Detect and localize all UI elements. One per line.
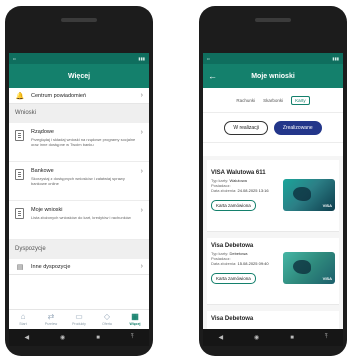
home-icon: ⌂ xyxy=(20,312,26,321)
nav-label: Produkty xyxy=(72,322,86,326)
status-bar: •• ▮▮▮ xyxy=(9,53,149,64)
page-title: Moje wnioski xyxy=(251,72,295,80)
app-bar: ← Moje wnioski xyxy=(203,64,343,88)
card-ordered-button[interactable]: Karta zamówiona xyxy=(211,272,256,284)
card-ordered-button[interactable]: Karta zamówiona xyxy=(211,199,256,211)
card-image: VISA xyxy=(283,252,335,284)
home-circle-icon[interactable]: ◉ xyxy=(254,334,259,341)
nav-label: Więcej xyxy=(129,322,141,326)
transfer-icon: ⇄ xyxy=(47,312,55,321)
nav-wiecej[interactable]: ▦ Więcej xyxy=(124,312,146,326)
back-arrow-icon[interactable]: ← xyxy=(208,70,217,82)
list-item[interactable]: Visa Debetowa Typ karty: Debetowa Posiad… xyxy=(207,238,339,305)
screen-more: •• ▮▮▮ Więcej 🔔 Centrum powiadomień › Wni… xyxy=(9,53,149,346)
chevron-right-icon: › xyxy=(140,129,143,136)
status-segment: W realizacji Zrealizowane xyxy=(203,113,343,143)
chevron-right-icon: › xyxy=(140,92,143,99)
recents-icon[interactable]: ■ xyxy=(290,335,294,341)
bird-illustration xyxy=(293,260,311,274)
system-nav-bar: ◀ ◉ ■ ⤒ xyxy=(9,329,149,346)
visa-logo: VISA xyxy=(322,203,332,208)
back-icon[interactable]: ◀ xyxy=(24,334,29,341)
card-image: VISA xyxy=(283,179,335,211)
chevron-right-icon: › xyxy=(140,263,143,270)
menu-item-title: Moje wnioski xyxy=(31,207,63,213)
wallet-icon: ▭ xyxy=(75,312,83,321)
nav-produkty[interactable]: ▭ Produkty xyxy=(68,312,90,326)
menu-item-desc: Przeglądaj i składaj wnioski na rządowe … xyxy=(31,137,136,147)
phone-left: •• ▮▮▮ Więcej 🔔 Centrum powiadomień › Wni… xyxy=(5,6,153,356)
app-bar: Więcej xyxy=(9,64,149,88)
page-title: Więcej xyxy=(67,72,91,80)
tab-karty[interactable]: Karty xyxy=(291,95,310,105)
nav-przelew[interactable]: ⇄ Przelew xyxy=(40,312,62,326)
speaker xyxy=(255,18,291,22)
seg-completed[interactable]: Zrealizowane xyxy=(273,121,322,135)
document-icon xyxy=(15,169,24,180)
grid-icon: ▦ xyxy=(131,312,139,321)
bird-illustration xyxy=(293,187,311,201)
applications-list: VISA Walutowa 611 Typ karty: Walutowa Po… xyxy=(203,156,343,331)
list-item[interactable]: VISA Walutowa 611 Typ karty: Walutowa Po… xyxy=(207,165,339,232)
screen-my-applications: •• ▮▮▮ ← Moje wnioski Rachunki Skarbonki … xyxy=(203,53,343,346)
nav-start[interactable]: ⌂ Start xyxy=(12,312,34,326)
visa-logo: VISA xyxy=(322,276,332,281)
section-wnioski: Wnioski xyxy=(9,104,149,123)
nav-label: Oferta xyxy=(102,322,112,326)
card-name: Visa Debetowa xyxy=(211,243,254,249)
list-item[interactable]: Visa Debetowa xyxy=(207,311,339,331)
recents-icon[interactable]: ■ xyxy=(96,335,100,341)
pin-icon[interactable]: ⤒ xyxy=(131,334,134,341)
inne-dyspozycje-label: Inne dyspozycje xyxy=(31,263,71,270)
notification-center-label: Centrum powiadomień xyxy=(31,92,87,99)
nav-label: Start xyxy=(19,322,27,326)
nav-label: Przelew xyxy=(44,322,58,326)
bell-icon: 🔔 xyxy=(15,92,25,100)
notification-center-row[interactable]: 🔔 Centrum powiadomień › xyxy=(9,88,149,104)
tag-icon: ◇ xyxy=(103,312,111,321)
chevron-right-icon: › xyxy=(140,168,143,175)
section-dyspozycje: Dyspozycje xyxy=(9,240,149,259)
product-tabs: Rachunki Skarbonki Karty xyxy=(203,88,343,113)
phone-right: •• ▮▮▮ ← Moje wnioski Rachunki Skarbonki … xyxy=(199,6,347,356)
document-icon: ▤ xyxy=(16,263,24,271)
menu-item-bankowe[interactable]: Bankowe Skorzystaj z dostępnych wniosków… xyxy=(9,162,149,201)
tab-skarbonki[interactable]: Skarbonki xyxy=(263,98,283,103)
nav-oferta[interactable]: ◇ Oferta xyxy=(96,312,118,326)
tab-rachunki[interactable]: Rachunki xyxy=(236,98,255,103)
bottom-nav: ⌂ Start ⇄ Przelew ▭ Produkty ◇ Oferta ▦ … xyxy=(9,309,149,329)
system-nav-bar: ◀ ◉ ■ ⤒ xyxy=(203,329,343,346)
menu-item-desc: Lista złożonych wniosków do kart, kredyt… xyxy=(31,215,131,220)
seg-in-progress[interactable]: W realizacji xyxy=(224,121,268,135)
pin-icon[interactable]: ⤒ xyxy=(325,334,328,341)
home-circle-icon[interactable]: ◉ xyxy=(60,334,65,341)
card-name: Visa Debetowa xyxy=(211,316,254,322)
menu-item-title: Rządowe xyxy=(31,129,54,135)
menu-item-rzadowe[interactable]: Rządowe Przeglądaj i składaj wnioski na … xyxy=(9,123,149,162)
menu-item-title: Bankowe xyxy=(31,168,54,174)
speaker xyxy=(61,18,97,22)
menu-item-moje-wnioski[interactable]: Moje wnioski Lista złożonych wniosków do… xyxy=(9,201,149,240)
status-bar: •• ▮▮▮ xyxy=(203,53,343,64)
card-name: VISA Walutowa 611 xyxy=(211,170,266,176)
document-icon xyxy=(15,208,24,219)
back-icon[interactable]: ◀ xyxy=(218,334,223,341)
chevron-right-icon: › xyxy=(140,207,143,214)
menu-item-inne-dyspozycje[interactable]: ▤ Inne dyspozycje › xyxy=(9,259,149,275)
menu-item-desc: Skorzystaj z dostępnych wniosków i załat… xyxy=(31,176,125,186)
document-icon xyxy=(15,130,24,141)
